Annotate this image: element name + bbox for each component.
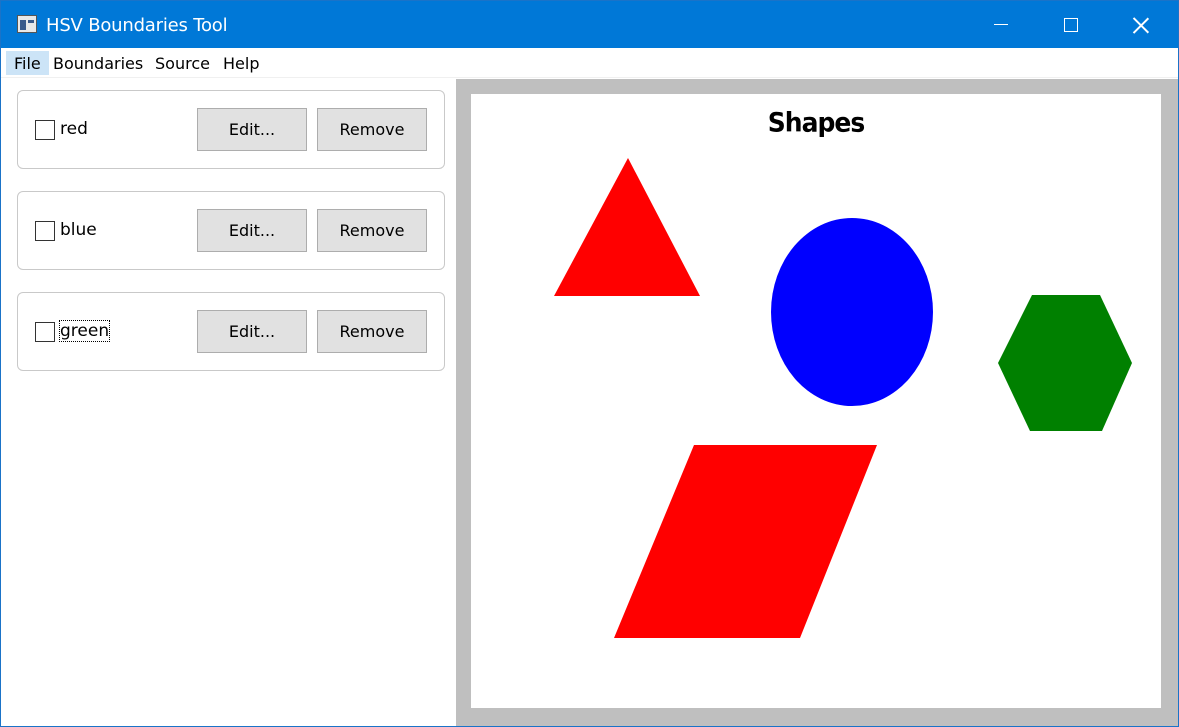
boundary-checkbox-red[interactable] [35, 120, 55, 140]
menu-source[interactable]: Source [148, 52, 217, 76]
boundary-label-green[interactable]: green [58, 320, 111, 342]
title-bar[interactable]: HSV Boundaries Tool [1, 1, 1178, 48]
menu-file[interactable]: File [6, 51, 49, 75]
boundaries-panel: red Edit... Remove blue Edit... Remove g… [1, 79, 456, 726]
minimize-icon [994, 24, 1008, 25]
red-parallelogram-shape [614, 445, 877, 638]
menu-bar: File Boundaries Source Help [1, 48, 1178, 78]
boundary-card-green: green Edit... Remove [17, 292, 445, 371]
maximize-button[interactable] [1036, 1, 1106, 48]
edit-button-blue[interactable]: Edit... [197, 209, 307, 252]
image-preview-frame: Shapes [456, 79, 1178, 726]
boundary-label-red[interactable]: red [60, 119, 88, 139]
close-button[interactable] [1106, 1, 1176, 48]
boundary-label-blue[interactable]: blue [60, 220, 97, 240]
maximize-icon [1064, 17, 1078, 32]
menu-boundaries[interactable]: Boundaries [46, 52, 150, 76]
window-title: HSV Boundaries Tool [46, 15, 228, 36]
red-triangle-shape [554, 158, 700, 296]
edit-button-green[interactable]: Edit... [197, 310, 307, 353]
green-hexagon-shape [998, 295, 1132, 431]
app-window: HSV Boundaries Tool File Boundaries Sour… [0, 0, 1179, 727]
minimize-button[interactable] [966, 1, 1036, 48]
menu-help[interactable]: Help [216, 52, 266, 76]
edit-button-red[interactable]: Edit... [197, 108, 307, 151]
boundary-checkbox-blue[interactable] [35, 221, 55, 241]
app-icon[interactable] [17, 15, 37, 33]
close-icon [1133, 17, 1149, 33]
remove-button-red[interactable]: Remove [317, 108, 427, 151]
image-preview-canvas[interactable]: Shapes [471, 94, 1161, 708]
remove-button-green[interactable]: Remove [317, 310, 427, 353]
boundary-card-red: red Edit... Remove [17, 90, 445, 169]
boundary-card-blue: blue Edit... Remove [17, 191, 445, 270]
blue-circle-shape [771, 218, 933, 406]
shapes-image [554, 158, 1132, 638]
remove-button-blue[interactable]: Remove [317, 209, 427, 252]
boundary-checkbox-green[interactable] [35, 322, 55, 342]
image-title: Shapes [767, 107, 865, 138]
